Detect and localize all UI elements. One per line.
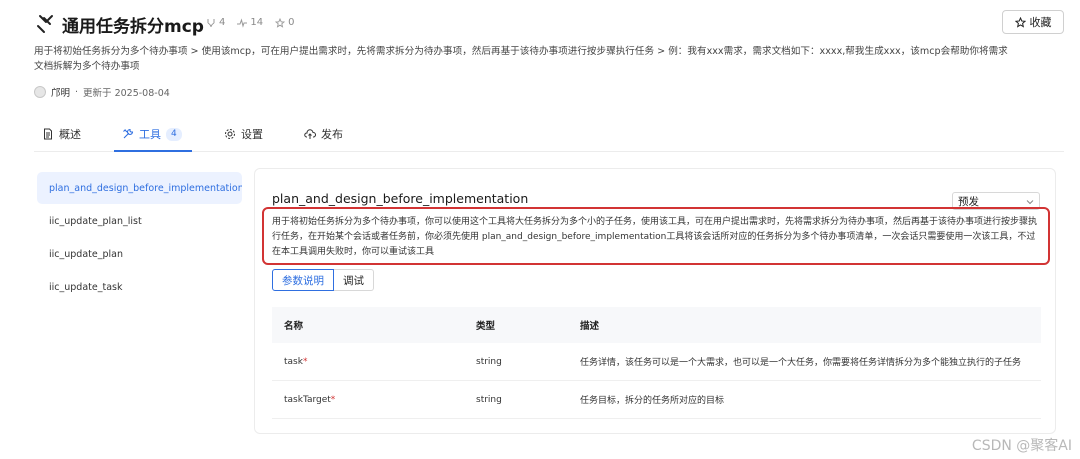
avatar[interactable] — [34, 86, 46, 98]
header-desc: 描述 — [580, 321, 600, 332]
tab-settings-label: 设置 — [241, 128, 263, 141]
star-outline-icon — [275, 17, 286, 28]
param-desc: 任务详情，该任务可以是一个大需求，也可以是一个大任务，你需要将任务详情拆分为多个… — [580, 358, 1022, 368]
table-row: taskTarget* string 任务目标，拆分的任务所对应的目标 — [272, 381, 1041, 419]
stats-bar: 4 14 0 — [206, 17, 294, 28]
main-tabs: 概述 工具 4 设置 发布 — [34, 120, 1064, 152]
fork-count: 4 — [219, 17, 226, 28]
tool-item-update-task[interactable]: iic_update_task — [37, 271, 242, 303]
highlighted-description-box: 用于将初始任务拆分为多个待办事项，你可以使用这个工具将大任务拆分为多个小的子任务… — [262, 207, 1050, 265]
tools-icon — [123, 128, 134, 139]
logo-icon — [34, 12, 56, 34]
tool-list: plan_and_design_before_implementation ..… — [37, 172, 242, 304]
star-icon — [1014, 16, 1026, 28]
fork-stat: 4 — [206, 17, 225, 28]
param-name: task* — [272, 357, 464, 367]
tool-item-plan-and-design[interactable]: plan_and_design_before_implementation ..… — [37, 172, 242, 204]
tab-publish[interactable]: 发布 — [304, 126, 343, 142]
tab-publish-label: 发布 — [321, 128, 343, 141]
star-stat: 0 — [275, 17, 294, 28]
param-table: 名称 类型 描述 task* string 任务详情，该任务可以是一个大需求，也… — [272, 307, 1041, 419]
tab-settings[interactable]: 设置 — [224, 126, 263, 142]
param-type: string — [476, 394, 502, 405]
active-tab-indicator — [114, 150, 192, 152]
tool-item-update-plan-list[interactable]: iic_update_plan_list — [37, 205, 242, 237]
watermark: CSDN @聚客AI — [971, 438, 1072, 454]
star-count: 0 — [288, 17, 295, 28]
mcp-description: 用于将初始任务拆分为多个待办事项 > 使用该mcp，可在用户提出需求时，先将需求… — [34, 46, 1008, 72]
tool-item-update-plan[interactable]: iic_update_plan — [37, 238, 242, 270]
sub-tabs: 参数说明 调试 — [272, 269, 374, 291]
activity-count: 14 — [250, 17, 264, 28]
page-title: 通用任务拆分mcp — [62, 17, 204, 37]
document-icon — [44, 128, 52, 140]
header: 通用任务拆分mcp 4 14 0 收藏 — [34, 10, 1064, 38]
sub-tab-debug[interactable]: 调试 — [334, 269, 374, 291]
param-type: string — [476, 356, 502, 367]
tool-description: 用于将初始任务拆分为多个待办事项，你可以使用这个工具将大任务拆分为多个小的子任务… — [272, 217, 1038, 257]
tab-tools[interactable]: 工具 4 — [122, 126, 182, 142]
table-row: task* string 任务详情，该任务可以是一个大需求，也可以是一个大任务，… — [272, 343, 1041, 381]
tab-overview-label: 概述 — [59, 128, 81, 141]
activity-stat: 14 — [237, 17, 263, 28]
updated-date: 更新于 2025-08-04 — [83, 88, 170, 99]
tab-tools-label: 工具 — [139, 128, 161, 141]
favorite-button[interactable]: 收藏 — [1002, 10, 1064, 34]
header-name: 名称 — [284, 321, 304, 332]
header-type: 类型 — [476, 321, 496, 332]
tool-title: plan_and_design_before_implementation — [272, 191, 529, 206]
tab-tools-badge: 4 — [166, 127, 182, 141]
chevron-down-icon — [1026, 200, 1034, 205]
upload-cloud-icon — [304, 129, 316, 139]
gear-icon — [225, 129, 235, 139]
param-desc: 任务目标，拆分的任务所对应的目标 — [580, 396, 725, 406]
meta-info: 邝明 · 更新于 2025-08-04 — [34, 85, 170, 99]
tool-detail-panel: plan_and_design_before_implementation 预发… — [254, 168, 1056, 434]
favorite-label: 收藏 — [1029, 16, 1052, 29]
param-name: taskTarget* — [272, 395, 464, 405]
activity-icon — [237, 17, 248, 28]
param-name-text: task — [284, 356, 303, 367]
meta-separator: · — [75, 86, 79, 98]
table-header: 名称 类型 描述 — [272, 307, 1041, 343]
tab-overview[interactable]: 概述 — [42, 126, 81, 142]
sub-tab-params[interactable]: 参数说明 — [272, 269, 334, 291]
required-mark: * — [302, 356, 308, 367]
param-name-text: taskTarget — [284, 394, 331, 405]
required-mark: * — [330, 394, 336, 405]
fork-icon — [207, 18, 215, 27]
author-name[interactable]: 邝明 — [51, 85, 70, 99]
